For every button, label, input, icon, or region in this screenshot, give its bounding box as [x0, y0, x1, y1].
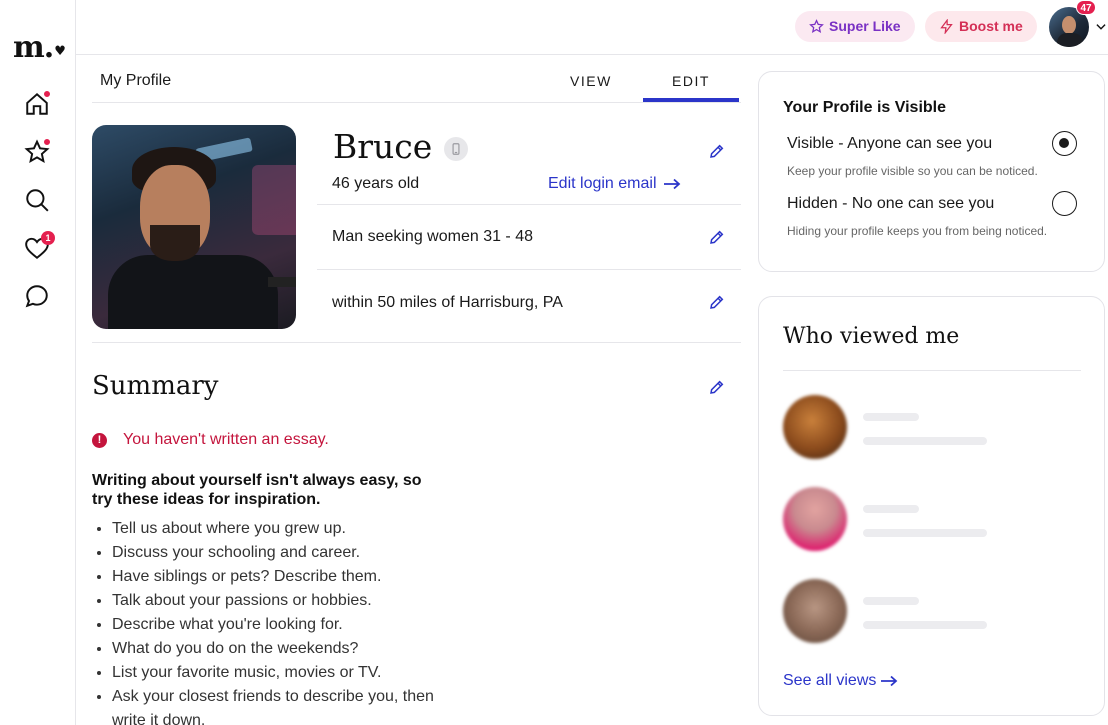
hidden-radio[interactable]	[1052, 191, 1077, 216]
list-item: Talk about your passions or hobbies.	[112, 589, 442, 613]
left-nav-rail: m.♥ 1	[0, 0, 76, 725]
section-label: My Profile	[100, 72, 172, 89]
notifications-badge: 47	[1076, 0, 1096, 15]
nav-home[interactable]	[24, 90, 51, 117]
ideas-list: Tell us about where you grew up. Discuss…	[112, 517, 442, 725]
list-item: List your favorite music, movies or TV.	[112, 661, 442, 685]
logo-heart-icon: ♥	[54, 44, 66, 59]
alert-icon: !	[92, 432, 107, 448]
verify-badge-icon[interactable]	[444, 137, 468, 161]
seeking-preferences: Man seeking women 31 - 48	[332, 228, 533, 245]
placeholder-line	[863, 505, 919, 513]
super-like-button[interactable]: Super Like	[795, 11, 915, 42]
pencil-icon	[710, 230, 724, 244]
boost-me-label: Boost me	[959, 18, 1023, 34]
edit-name-button[interactable]	[708, 142, 726, 160]
viewer-avatar[interactable]	[783, 487, 847, 551]
placeholder-line	[863, 437, 987, 445]
who-viewed-me-card: Who viewed me See all views	[758, 296, 1105, 716]
summary-title: Summary	[92, 371, 219, 401]
views-title: Who viewed me	[783, 324, 960, 349]
list-item: Have siblings or pets? Describe them.	[112, 565, 442, 589]
nav-likes[interactable]: 1	[24, 231, 55, 261]
edit-login-email-link[interactable]: Edit login email	[548, 175, 681, 193]
profile-name: Bruce	[333, 127, 433, 166]
visibility-title: Your Profile is Visible	[783, 99, 947, 116]
pencil-icon	[710, 380, 724, 394]
divider	[783, 370, 1081, 371]
edit-location-button[interactable]	[708, 293, 726, 311]
essay-warning: ! You haven't written an essay.	[92, 431, 329, 449]
see-all-views-label: See all views	[783, 672, 877, 689]
viewer-avatar[interactable]	[783, 579, 847, 643]
ideas-heading: Writing about yourself isn't always easy…	[92, 472, 422, 508]
divider	[92, 342, 741, 343]
location-radius: within 50 miles of Harrisburg, PA	[332, 294, 563, 311]
likes-count-badge: 1	[41, 231, 55, 245]
pencil-icon	[710, 144, 724, 158]
profile-photo[interactable]	[92, 125, 296, 329]
list-item: Discuss your schooling and career.	[112, 541, 442, 565]
profile-age: 46 years old	[332, 175, 420, 192]
nav-search[interactable]	[24, 187, 50, 213]
visible-radio[interactable]	[1052, 131, 1077, 156]
hidden-option-label[interactable]: Hidden - No one can see you	[787, 195, 994, 213]
boost-me-button[interactable]: Boost me	[925, 11, 1037, 42]
list-item: What do you do on the weekends?	[112, 637, 442, 661]
visibility-card: Your Profile is Visible Visible - Anyone…	[758, 71, 1105, 272]
app-logo[interactable]: m.♥	[13, 30, 66, 65]
star-outline-icon	[809, 19, 824, 33]
top-bar: Super Like Boost me 47	[76, 0, 1108, 55]
placeholder-line	[863, 597, 919, 605]
lightning-icon	[940, 19, 953, 34]
placeholder-line	[863, 413, 919, 421]
pencil-icon	[710, 295, 724, 309]
placeholder-line	[863, 529, 987, 537]
profile-tabs: My Profile VIEW EDIT	[92, 55, 741, 103]
search-icon	[26, 189, 49, 212]
divider	[317, 269, 741, 270]
edit-login-email-label: Edit login email	[548, 175, 657, 192]
super-like-label: Super Like	[829, 18, 901, 34]
list-item: Describe what you're looking for.	[112, 613, 442, 637]
edit-summary-button[interactable]	[708, 378, 726, 396]
divider	[317, 204, 741, 205]
chevron-down-icon[interactable]	[1094, 20, 1108, 34]
visible-option-label[interactable]: Visible - Anyone can see you	[787, 135, 992, 153]
see-all-views-link[interactable]: See all views	[783, 672, 898, 690]
arrow-right-icon	[881, 675, 898, 687]
arrow-right-icon	[663, 178, 680, 190]
home-unread-dot	[43, 90, 51, 98]
nav-favorites[interactable]	[24, 138, 51, 165]
tab-edit[interactable]: EDIT	[672, 73, 710, 89]
visible-option-hint: Keep your profile visible so you can be …	[787, 164, 1038, 178]
chat-bubble-icon	[25, 285, 48, 308]
favorites-unread-dot	[43, 138, 51, 146]
list-item: Tell us about where you grew up.	[112, 517, 442, 541]
viewer-avatar[interactable]	[783, 395, 847, 459]
essay-warning-text: You haven't written an essay.	[123, 431, 329, 448]
nav-messages[interactable]	[24, 283, 50, 309]
hidden-option-hint: Hiding your profile keeps you from being…	[787, 224, 1048, 238]
placeholder-line	[863, 621, 987, 629]
list-item: Ask your closest friends to describe you…	[112, 685, 442, 725]
edit-seeking-button[interactable]	[708, 228, 726, 246]
tab-view[interactable]: VIEW	[570, 73, 612, 89]
phone-icon	[452, 143, 460, 155]
active-tab-indicator	[643, 98, 739, 102]
